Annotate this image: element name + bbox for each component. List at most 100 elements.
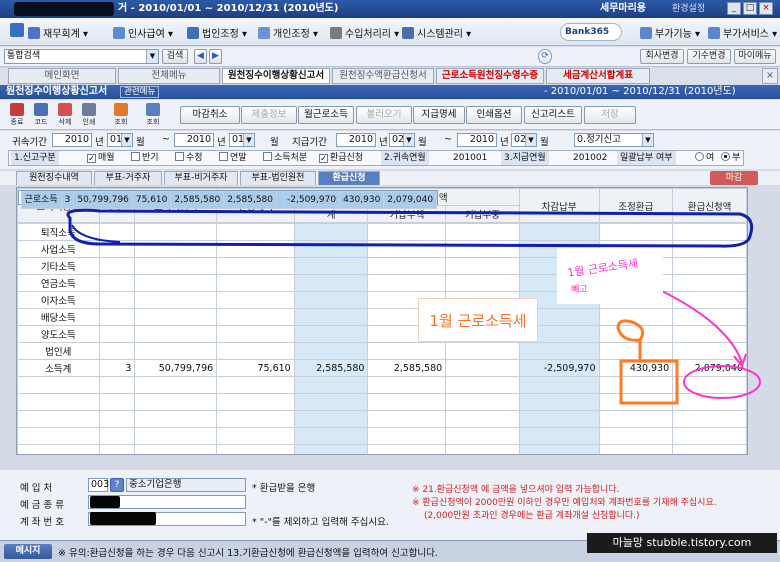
cell-sum[interactable] <box>293 257 369 275</box>
cell-count[interactable] <box>98 342 136 360</box>
cell-paid[interactable] <box>134 257 218 275</box>
tab-tax-invoice[interactable]: 세금계산서합계표 <box>546 68 650 84</box>
cell-prev[interactable] <box>367 223 447 241</box>
cell-refund[interactable] <box>672 257 747 275</box>
cell-sub[interactable] <box>445 223 520 241</box>
cell-count[interactable] <box>98 308 136 326</box>
print-icon[interactable]: 인쇄 <box>78 103 100 127</box>
cell-paid[interactable] <box>134 291 218 309</box>
cell-tax[interactable]: 75,610 <box>216 359 295 377</box>
cell-adjust[interactable] <box>598 325 674 343</box>
menu-system[interactable]: 시스템관리 ▾ <box>402 25 471 40</box>
cell-paid[interactable] <box>134 223 218 241</box>
env-settings-link[interactable]: 환경설정 <box>672 0 705 18</box>
subtab-nonresident[interactable]: 부표-비거주자 <box>164 171 238 185</box>
cell-diff[interactable]: -2,509,970 <box>283 191 341 209</box>
cell-income-type[interactable]: 양도소득 <box>17 325 100 343</box>
deposit-bank[interactable]: 중소기업은행 <box>126 478 246 492</box>
cell-diff[interactable] <box>518 342 600 360</box>
cell-count[interactable] <box>98 223 136 241</box>
cell-count[interactable] <box>98 291 136 309</box>
cell-refund[interactable] <box>672 223 747 241</box>
deposit-code[interactable]: 003 <box>88 478 109 492</box>
opt-monthly[interactable]: ✓ 매월 <box>87 151 115 165</box>
opt-disposal[interactable]: 소득처분 <box>263 151 307 165</box>
cell-sum[interactable] <box>293 342 369 360</box>
cell-refund[interactable]: 2,079,040 <box>672 359 747 377</box>
lookup-icon[interactable]: 조회 <box>142 103 164 127</box>
cell-income-type[interactable]: 기타소득 <box>17 257 100 275</box>
refresh-icon[interactable]: ⟳ <box>538 49 552 64</box>
cell-sub[interactable] <box>445 359 520 377</box>
cell-diff[interactable]: -2,509,970 <box>518 359 600 377</box>
table-row[interactable]: 양도소득 <box>17 325 747 343</box>
menu-finance[interactable]: 재무회계 ▾ <box>28 25 88 40</box>
pay-to-year[interactable]: 2010 <box>457 133 497 147</box>
home-icon[interactable] <box>10 23 27 38</box>
cell-income-type[interactable]: 퇴직소득 <box>17 223 100 241</box>
cell-sum[interactable]: 2,585,580 <box>170 191 225 209</box>
cell-tax[interactable] <box>216 325 295 343</box>
radio-yes[interactable]: 여 <box>695 151 714 165</box>
cell-adjust[interactable]: 430,930 <box>598 359 674 377</box>
menu-personal[interactable]: 개인조정 ▾ <box>258 25 318 40</box>
search-button[interactable]: 검색 <box>162 49 188 64</box>
maximize-icon[interactable]: □ <box>743 2 757 15</box>
table-row[interactable]: 근로소득 3 50,799,796 75,610 2,585,580 2,585,580-… <box>17 190 439 209</box>
submit-info-button[interactable]: 제출정보 <box>241 106 297 124</box>
cell-sub[interactable] <box>445 342 520 360</box>
tab-refund-request[interactable]: 원천징수액환급신청서 <box>332 68 434 84</box>
cell-sub[interactable] <box>445 274 520 292</box>
cell-prev[interactable] <box>367 274 447 292</box>
report-list-button[interactable]: 신고리스트 <box>524 106 582 124</box>
cell-refund[interactable]: 2,079,040 <box>383 191 438 209</box>
cell-prev[interactable] <box>367 342 447 360</box>
cell-adjust[interactable]: 430,930 <box>339 191 385 209</box>
cell-tax[interactable] <box>216 257 295 275</box>
subtab-resident[interactable]: 부표-거주자 <box>94 171 162 185</box>
code-icon[interactable]: 코드 <box>30 103 52 127</box>
subtab-corporate[interactable]: 부표-법인원천 <box>240 171 316 185</box>
related-menu-button[interactable]: 관련메뉴 <box>120 86 160 98</box>
menu-addon-services[interactable]: 부가서비스 ▾ <box>708 25 777 40</box>
message-button[interactable]: 메시지 <box>4 544 52 559</box>
tab-main[interactable]: 메인화면 <box>8 68 116 84</box>
cell-prev[interactable] <box>367 257 447 275</box>
cell-count[interactable] <box>98 257 136 275</box>
cell-paid[interactable] <box>134 240 218 258</box>
cell-sum[interactable]: 2,585,580 <box>293 359 369 377</box>
cell-tax[interactable]: 75,610 <box>131 191 172 209</box>
cell-prev[interactable]: 2,585,580 <box>367 359 447 377</box>
help-icon[interactable]: ? <box>110 478 124 492</box>
cell-sum[interactable] <box>293 325 369 343</box>
opt-amend[interactable]: 수정 <box>175 151 203 165</box>
cell-count[interactable] <box>98 325 136 343</box>
cell-count[interactable] <box>98 274 136 292</box>
pay-from-month[interactable]: 02 ▼ <box>389 133 415 147</box>
cell-income-type[interactable]: 근로소득 <box>20 191 62 209</box>
cell-tax[interactable] <box>216 240 295 258</box>
change-term-button[interactable]: 기수변경 <box>687 49 731 64</box>
pay-to-month[interactable]: 02 ▼ <box>511 133 537 147</box>
bank365-button[interactable]: Bank365 <box>560 23 622 41</box>
attr-from-month[interactable]: 01 ▼ <box>107 133 133 147</box>
cell-sum[interactable] <box>293 291 369 309</box>
cell-refund[interactable] <box>672 342 747 360</box>
cell-adjust[interactable] <box>598 223 674 241</box>
cell-paid[interactable] <box>134 274 218 292</box>
radio-no[interactable]: 부 <box>721 151 740 165</box>
menu-addons[interactable]: 부가기능 ▾ <box>640 25 700 40</box>
close-icon[interactable]: × <box>759 2 773 15</box>
cell-prev[interactable] <box>367 240 447 258</box>
cell-paid[interactable] <box>134 325 218 343</box>
table-row[interactable]: 배당소득 <box>17 308 747 326</box>
print-options-button[interactable]: 인쇄옵션 <box>466 106 522 124</box>
cell-paid[interactable] <box>134 308 218 326</box>
cell-sub[interactable] <box>276 191 285 209</box>
cell-income-type[interactable]: 배당소득 <box>17 308 100 326</box>
my-menu-button[interactable]: 마이메뉴 <box>734 49 776 64</box>
opt-yearend[interactable]: 연말 <box>219 151 247 165</box>
cell-prev[interactable]: 2,585,580 <box>223 191 278 209</box>
pay-from-year[interactable]: 2010 <box>336 133 376 147</box>
cell-paid[interactable]: 50,799,796 <box>134 359 218 377</box>
